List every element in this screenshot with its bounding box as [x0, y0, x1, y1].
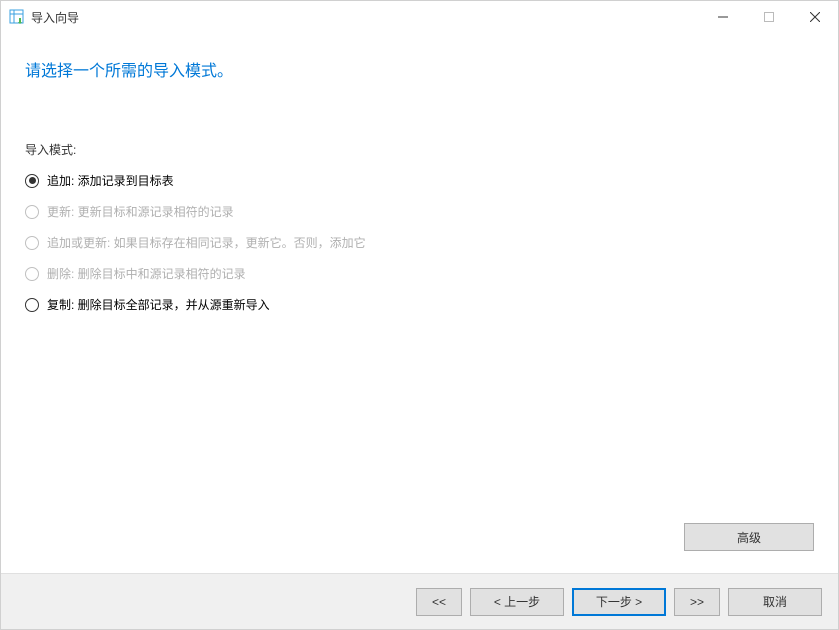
window-title: 导入向导 — [31, 9, 79, 26]
radio-label: 更新: 更新目标和源记录相符的记录 — [47, 203, 234, 220]
app-icon — [9, 9, 25, 25]
radio-label: 追加: 添加记录到目标表 — [47, 172, 174, 189]
close-button[interactable] — [792, 1, 838, 33]
first-button[interactable]: << — [416, 588, 462, 616]
advanced-area: 高级 — [684, 523, 814, 551]
maximize-button — [746, 1, 792, 33]
radio-label: 复制: 删除目标全部记录，并从源重新导入 — [47, 296, 270, 313]
import-mode-radio-group: 追加: 添加记录到目标表 更新: 更新目标和源记录相符的记录 追加或更新: 如果… — [25, 172, 814, 313]
radio-icon — [25, 298, 39, 312]
next-button[interactable]: 下一步 > — [572, 588, 666, 616]
radio-label: 删除: 删除目标中和源记录相符的记录 — [47, 265, 246, 282]
radio-icon — [25, 205, 39, 219]
content-area: 请选择一个所需的导入模式。 导入模式: 追加: 添加记录到目标表 更新: 更新目… — [1, 33, 838, 313]
radio-option-copy[interactable]: 复制: 删除目标全部记录，并从源重新导入 — [25, 296, 814, 313]
radio-label: 追加或更新: 如果目标存在相同记录，更新它。否则，添加它 — [47, 234, 366, 251]
radio-icon — [25, 174, 39, 188]
footer-nav: << < 上一步 下一步 > >> 取消 — [1, 573, 838, 629]
cancel-button[interactable]: 取消 — [728, 588, 822, 616]
titlebar: 导入向导 — [1, 1, 838, 33]
advanced-button[interactable]: 高级 — [684, 523, 814, 551]
minimize-button[interactable] — [700, 1, 746, 33]
last-button[interactable]: >> — [674, 588, 720, 616]
radio-option-delete: 删除: 删除目标中和源记录相符的记录 — [25, 265, 814, 282]
prev-button[interactable]: < 上一步 — [470, 588, 564, 616]
radio-icon — [25, 267, 39, 281]
radio-icon — [25, 236, 39, 250]
radio-option-append-or-update: 追加或更新: 如果目标存在相同记录，更新它。否则，添加它 — [25, 234, 814, 251]
radio-option-update: 更新: 更新目标和源记录相符的记录 — [25, 203, 814, 220]
window-controls — [700, 1, 838, 33]
page-instruction: 请选择一个所需的导入模式。 — [25, 57, 814, 81]
import-mode-label: 导入模式: — [25, 141, 814, 158]
radio-option-append[interactable]: 追加: 添加记录到目标表 — [25, 172, 814, 189]
